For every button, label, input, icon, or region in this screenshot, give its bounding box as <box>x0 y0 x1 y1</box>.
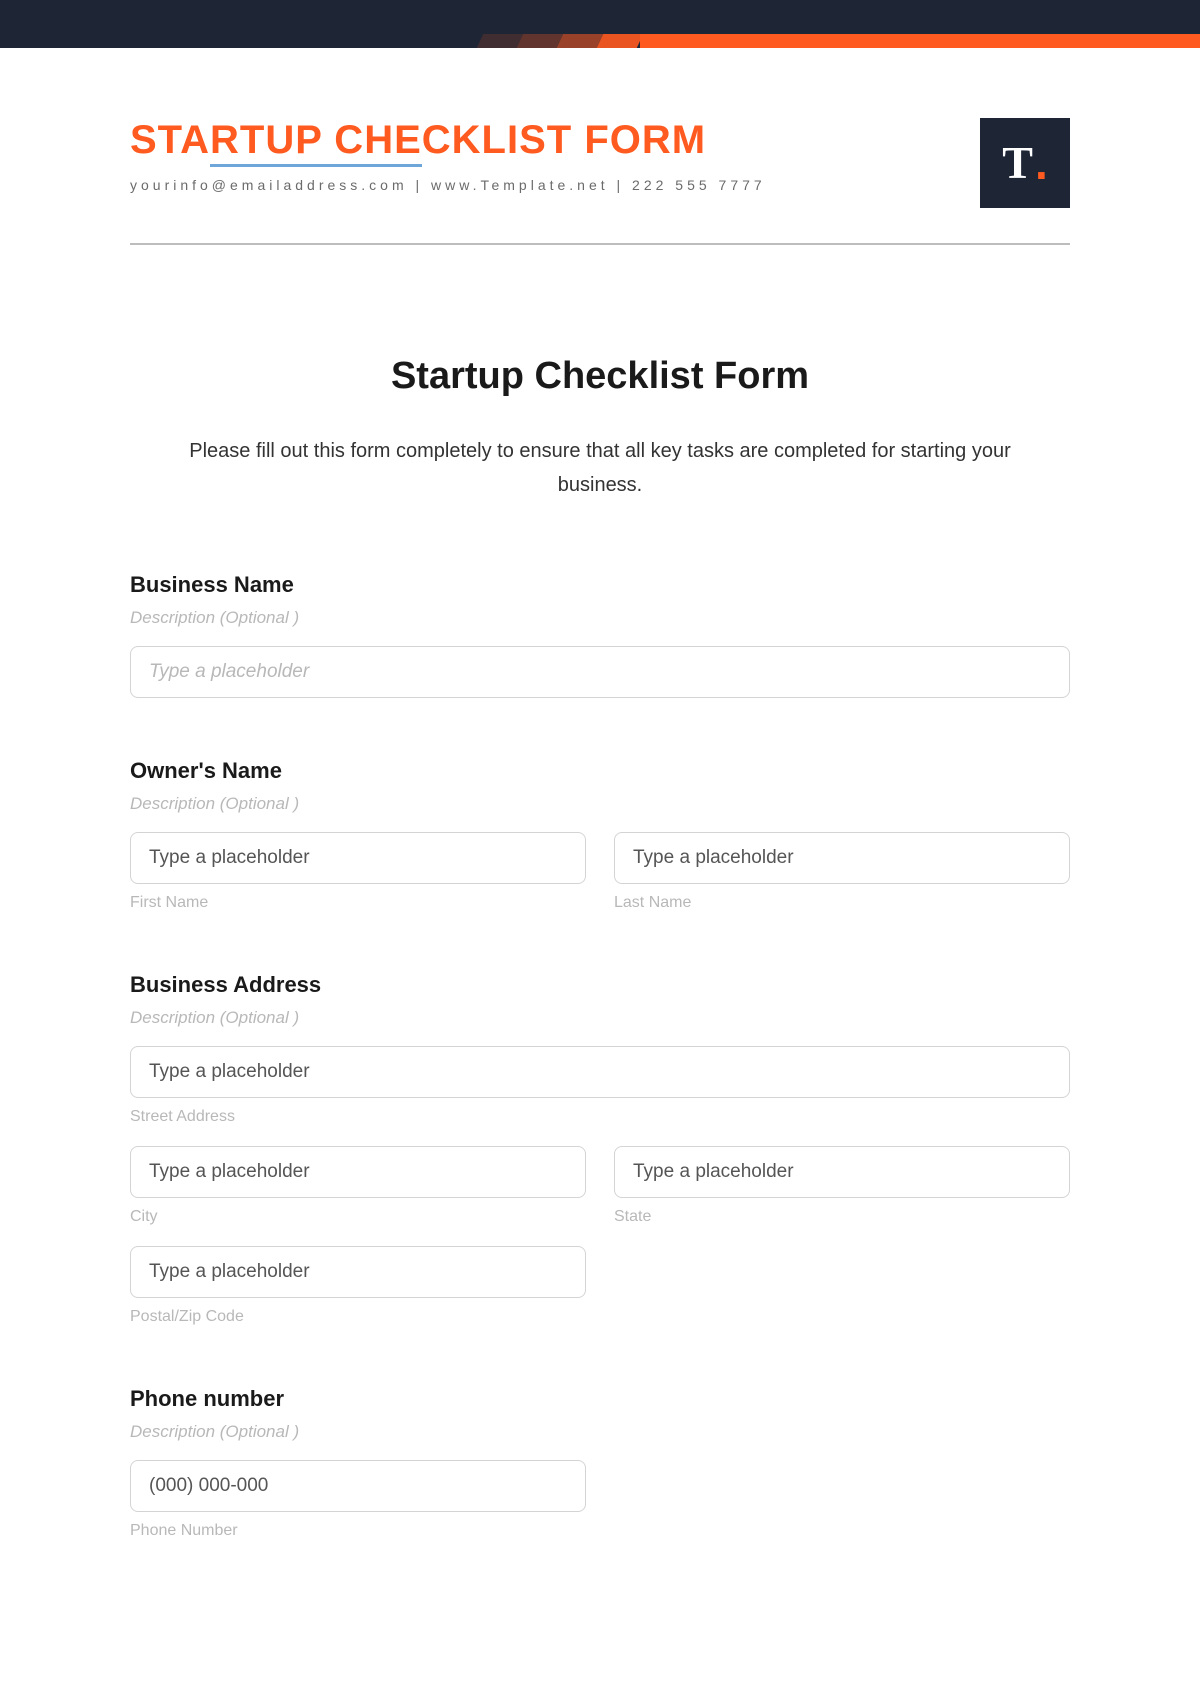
form-title: Startup Checklist Form <box>130 355 1070 398</box>
first-name-sublabel: First Name <box>130 894 586 912</box>
zip-input[interactable] <box>130 1246 586 1298</box>
accent-strip <box>640 34 1200 48</box>
logo-letter: T <box>1002 140 1033 186</box>
form-intro: Please fill out this form completely to … <box>150 434 1050 502</box>
field-label: Phone number <box>130 1386 1070 1412</box>
field-phone: Phone number Description (Optional ) Pho… <box>130 1386 1070 1540</box>
brand-title-suffix: CKLIST FORM <box>422 118 706 162</box>
phone-input[interactable] <box>130 1460 586 1512</box>
accent-skew <box>597 34 644 48</box>
phone-sublabel: Phone Number <box>130 1522 586 1540</box>
last-name-sublabel: Last Name <box>614 894 1070 912</box>
street-sublabel: Street Address <box>130 1108 1070 1126</box>
state-sublabel: State <box>614 1208 1070 1226</box>
contact-line: yourinfo@emailaddress.com | www.Template… <box>130 177 1070 193</box>
first-name-input[interactable] <box>130 832 586 884</box>
zip-sublabel: Postal/Zip Code <box>130 1308 586 1326</box>
field-business-address: Business Address Description (Optional )… <box>130 972 1070 1326</box>
form-content: Startup Checklist Form Please fill out t… <box>0 245 1200 1640</box>
brand-logo: T. <box>980 118 1070 208</box>
field-description: Description (Optional ) <box>130 794 1070 814</box>
field-business-name: Business Name Description (Optional ) <box>130 572 1070 698</box>
city-sublabel: City <box>130 1208 586 1226</box>
logo-dot: . <box>1035 140 1048 186</box>
field-description: Description (Optional ) <box>130 608 1070 628</box>
field-description: Description (Optional ) <box>130 1422 1070 1442</box>
field-owner-name: Owner's Name Description (Optional ) Fir… <box>130 758 1070 912</box>
top-bar <box>0 0 1200 48</box>
field-label: Business Name <box>130 572 1070 598</box>
field-label: Business Address <box>130 972 1070 998</box>
document-header: STARTUP CHECKLIST FORM yourinfo@emailadd… <box>0 48 1200 213</box>
brand-title-prefix: STA <box>130 118 210 162</box>
field-label: Owner's Name <box>130 758 1070 784</box>
city-input[interactable] <box>130 1146 586 1198</box>
business-name-input[interactable] <box>130 646 1070 698</box>
last-name-input[interactable] <box>614 832 1070 884</box>
state-input[interactable] <box>614 1146 1070 1198</box>
street-address-input[interactable] <box>130 1046 1070 1098</box>
brand-title: STARTUP CHECKLIST FORM <box>130 118 706 163</box>
field-description: Description (Optional ) <box>130 1008 1070 1028</box>
brand-title-underlined: RTUP CHE <box>210 118 422 167</box>
